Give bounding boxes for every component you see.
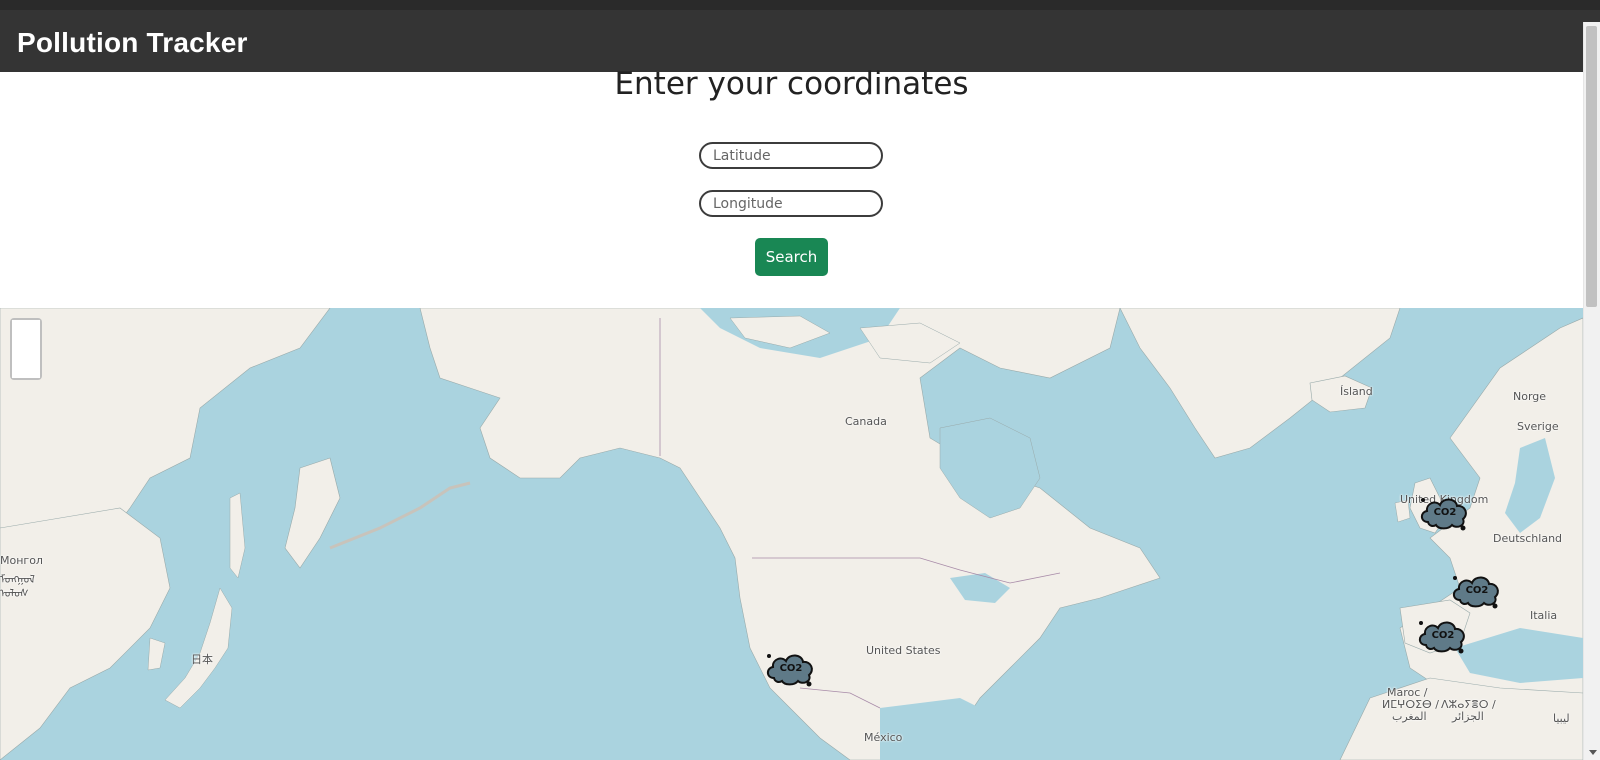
co2-marker-label: CO2	[1432, 630, 1455, 641]
map[interactable]: Canada United States México Ísland Norge…	[0, 308, 1583, 760]
map-label-sweden: Sverige	[1517, 420, 1559, 433]
page: Pollution Tracker Enter your coordinates…	[0, 0, 1600, 760]
map-label-norway: Norge	[1513, 390, 1547, 403]
map-label-united-states: United States	[866, 644, 941, 657]
map-label-canada: Canada	[845, 415, 887, 428]
page-title: Enter your coordinates	[614, 66, 969, 102]
co2-marker-united-kingdom[interactable]: CO2	[1418, 494, 1472, 534]
browser-top-strip	[0, 0, 1600, 10]
map-tiles	[0, 308, 1583, 760]
scroll-down-arrow-icon[interactable]	[1589, 750, 1597, 755]
map-label-iceland: Ísland	[1340, 385, 1373, 398]
map-label-morocco-arabic: المغرب	[1392, 710, 1427, 723]
map-label-algeria-arabic: الجزائر	[1452, 710, 1484, 723]
zoom-out-button[interactable]	[12, 349, 40, 378]
scrollbar-thumb[interactable]	[1586, 26, 1597, 307]
map-label-mexico: México	[864, 731, 903, 744]
zoom-control	[10, 318, 42, 380]
map-label-mongolia: Монгол	[0, 554, 43, 567]
co2-marker-label: CO2	[1466, 585, 1489, 596]
map-label-germany: Deutschland	[1493, 532, 1563, 545]
navbar: Pollution Tracker	[0, 10, 1600, 72]
co2-marker-label: CO2	[780, 663, 803, 674]
map-label-japan: 日本	[191, 653, 213, 666]
co2-cloud-icon: CO2	[1420, 498, 1467, 531]
co2-cloud-icon: CO2	[1452, 576, 1499, 609]
map-label-mongolia-script-2: ᠤᠯᠤᠰ	[0, 587, 29, 600]
co2-marker-california[interactable]: CO2	[764, 650, 818, 690]
search-button[interactable]: Search	[755, 238, 828, 276]
co2-marker-spain[interactable]: CO2	[1416, 617, 1470, 657]
co2-marker-france[interactable]: CO2	[1450, 572, 1504, 612]
co2-cloud-icon: CO2	[1418, 621, 1465, 654]
longitude-input[interactable]	[699, 190, 883, 217]
co2-marker-label: CO2	[1434, 507, 1457, 518]
brand-title[interactable]: Pollution Tracker	[17, 27, 248, 59]
latitude-input[interactable]	[699, 142, 883, 169]
co2-cloud-icon: CO2	[766, 654, 813, 687]
map-label-libya: ليبيا	[1553, 712, 1570, 725]
map-label-italy: Italia	[1530, 609, 1558, 622]
zoom-in-button[interactable]	[12, 320, 40, 350]
